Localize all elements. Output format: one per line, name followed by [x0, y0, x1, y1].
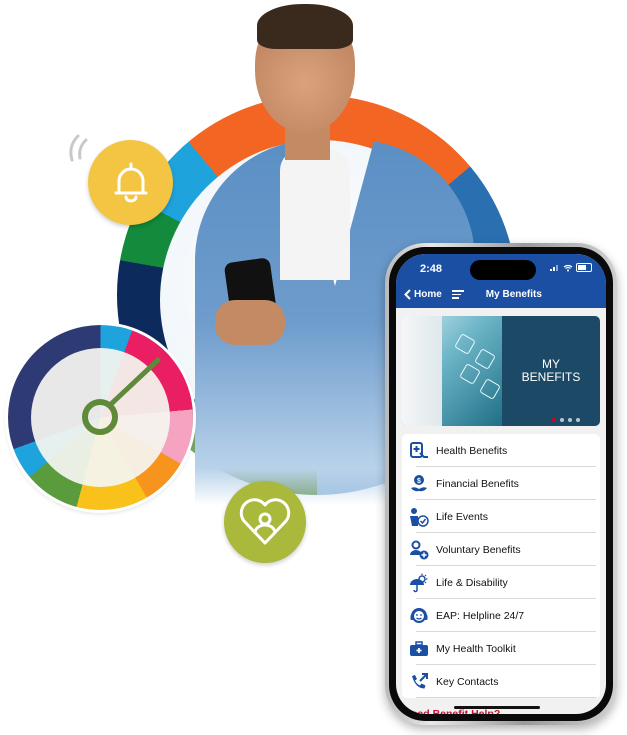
menu-item-label: My Health Toolkit — [436, 642, 516, 655]
battery-icon — [576, 263, 592, 272]
menu-item-financial-benefits[interactable]: $ Financial Benefits — [402, 467, 600, 500]
bell-icon — [114, 162, 147, 202]
gauge-needle-icon — [82, 357, 161, 435]
hand — [215, 300, 285, 345]
money-plant-icon: $ — [408, 473, 430, 495]
svg-text:$: $ — [417, 478, 421, 485]
menu-item-life-events[interactable]: Life Events — [402, 500, 600, 533]
menu-item-eap-helpline[interactable]: EAP: Helpline 24/7 — [402, 599, 600, 632]
hamburger-menu-icon[interactable] — [451, 288, 464, 301]
carousel-dot[interactable] — [552, 418, 556, 422]
menu-item-voluntary-benefits[interactable]: Voluntary Benefits — [402, 533, 600, 566]
menu-item-label: Life Events — [436, 510, 488, 523]
nav-bar: Home My Benefits — [404, 288, 598, 301]
doctor-figure — [402, 316, 442, 426]
benefits-banner-carousel[interactable]: MY BENEFITS — [402, 316, 600, 426]
menu-item-label: Life & Disability — [436, 576, 508, 589]
menu-item-life-disability[interactable]: Life & Disability — [402, 566, 600, 599]
menu-item-label: Key Contacts — [436, 675, 499, 688]
heart-person-icon — [239, 498, 291, 545]
chevron-left-icon — [404, 289, 411, 300]
menu-item-key-contacts[interactable]: Key Contacts — [402, 665, 600, 698]
smartphone: 2:48 Home My Benefits MY BENEFITS Health… — [385, 243, 617, 725]
notification-bell-badge — [88, 140, 173, 225]
menu-item-health-benefits[interactable]: Health Benefits — [402, 434, 600, 467]
white-tshirt — [280, 150, 350, 280]
app-header: 2:48 Home My Benefits — [396, 254, 606, 308]
hair — [257, 4, 353, 49]
person-plus-icon — [408, 539, 430, 561]
hex-icon — [454, 333, 476, 355]
signal-icon — [550, 265, 558, 271]
health-tablet-icon — [408, 440, 430, 462]
carousel-dots — [552, 418, 580, 422]
back-label: Home — [414, 288, 442, 300]
page-title: My Benefits — [485, 288, 542, 300]
home-indicator[interactable] — [454, 706, 540, 709]
back-button[interactable]: Home — [404, 289, 442, 300]
umbrella-sun-icon — [408, 572, 430, 594]
menu-item-health-toolkit[interactable]: My Health Toolkit — [402, 632, 600, 665]
menu-item-label: Voluntary Benefits — [436, 543, 521, 556]
medical-kit-icon — [408, 638, 430, 660]
phone-bezel: 2:48 Home My Benefits MY BENEFITS Health… — [389, 247, 613, 721]
menu-item-label: EAP: Helpline 24/7 — [436, 609, 525, 622]
wellbeing-heart-badge — [224, 481, 306, 563]
carousel-dot[interactable] — [568, 418, 572, 422]
dynamic-island — [470, 260, 536, 280]
menu-item-label: Health Benefits — [436, 444, 508, 457]
hex-icon — [474, 348, 496, 370]
menu-item-label: Financial Benefits — [436, 477, 519, 490]
banner-line-2: BENEFITS — [521, 370, 581, 384]
doctor-tablet-image — [402, 316, 502, 426]
carousel-dot[interactable] — [576, 418, 580, 422]
hex-icon — [459, 363, 481, 385]
phone-arrow-icon — [408, 671, 430, 693]
status-time: 2:48 — [420, 263, 443, 275]
hex-icon — [479, 378, 501, 400]
banner-caption: MY BENEFITS — [502, 316, 600, 426]
app-screen: 2:48 Home My Benefits MY BENEFITS Health… — [396, 254, 606, 714]
person-check-icon — [408, 506, 430, 528]
status-icons — [550, 263, 592, 272]
carousel-dot[interactable] — [560, 418, 564, 422]
headset-icon — [408, 605, 430, 627]
benefits-menu: Health Benefits $ Financial Benefits Lif… — [402, 434, 600, 698]
wifi-icon — [563, 264, 573, 271]
